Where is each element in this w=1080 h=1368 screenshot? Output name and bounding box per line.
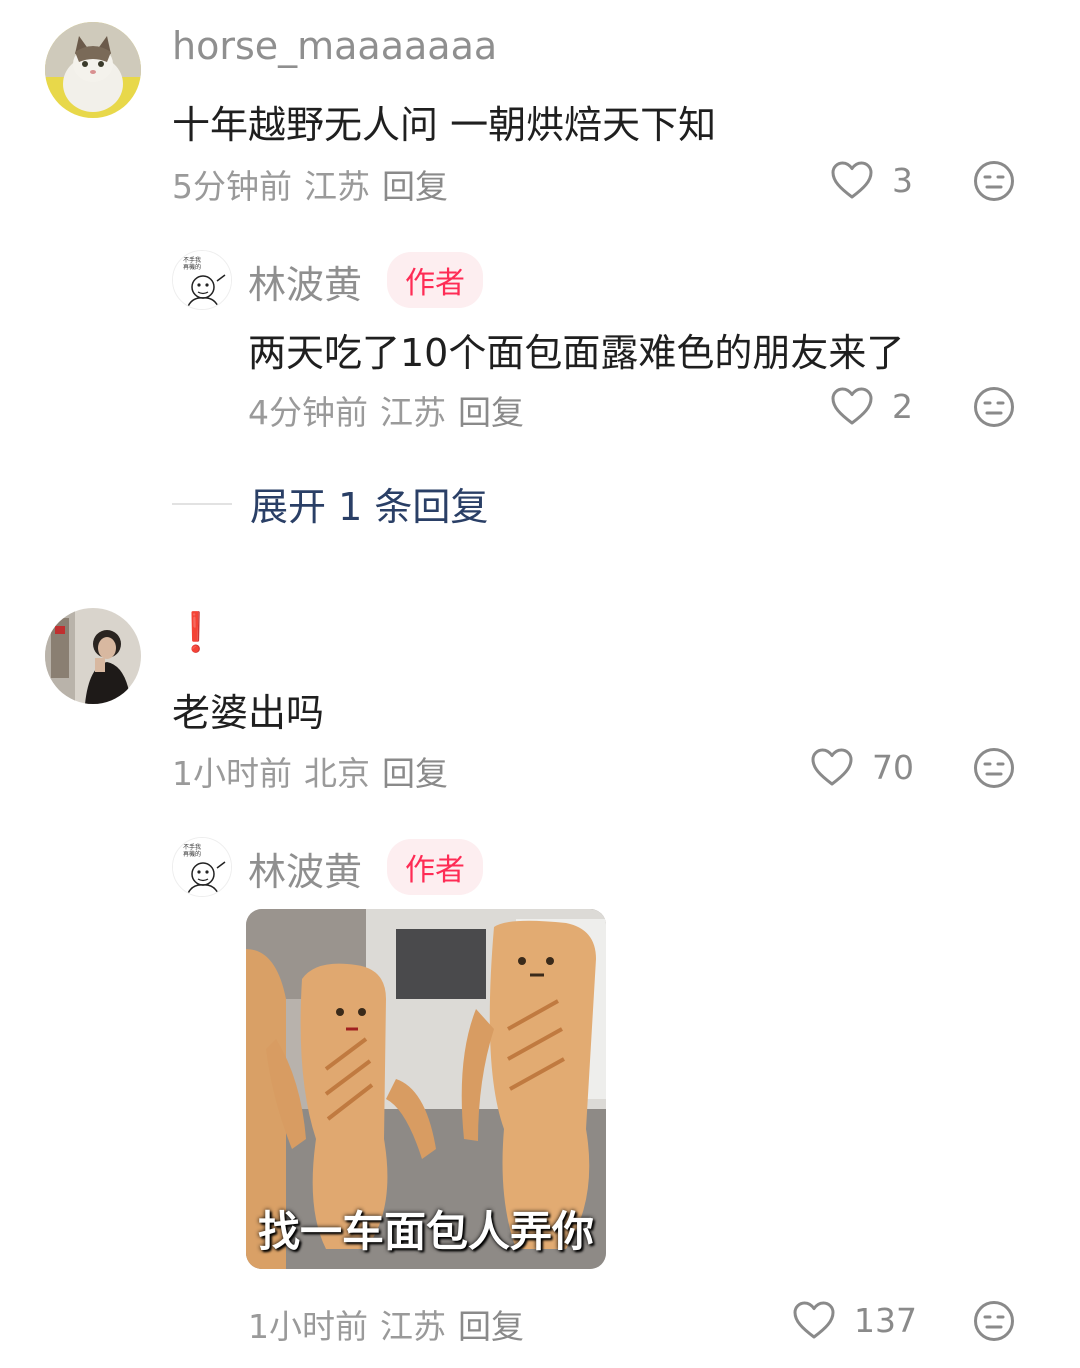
reply-location: 江苏 bbox=[380, 393, 446, 432]
comment-text: 老婆出吗 bbox=[172, 691, 325, 735]
reply-username[interactable]: 林波黄 bbox=[248, 254, 362, 309]
reply-time: 1小时前 bbox=[248, 1307, 368, 1346]
comment-time: 5分钟前 bbox=[172, 167, 292, 206]
like-count: 70 bbox=[872, 747, 914, 787]
reply-username[interactable]: 林波黄 bbox=[248, 841, 362, 896]
svg-text:不手我: 不手我 bbox=[183, 256, 201, 264]
woman-photo-avatar-icon[interactable] bbox=[45, 608, 141, 704]
like-button[interactable]: 137 bbox=[792, 1300, 917, 1340]
comment-text: 十年越野无人问 一朝烘焙天下知 bbox=[172, 103, 717, 147]
neutral-face-icon[interactable] bbox=[973, 1300, 1015, 1346]
sticker-image[interactable]: 找一车面包人弄你 bbox=[246, 909, 606, 1269]
comment-meta: 1小时前 北京 回复 bbox=[172, 747, 448, 795]
like-count: 2 bbox=[892, 386, 913, 426]
reply-button[interactable]: 回复 bbox=[458, 386, 524, 434]
comment-username[interactable]: ❗ bbox=[172, 610, 219, 655]
reply-text: 两天吃了10个面包面露难色的朋友来了 bbox=[248, 331, 905, 375]
divider bbox=[172, 502, 232, 505]
like-count: 3 bbox=[892, 160, 913, 200]
comment-meta: 5分钟前 江苏 回复 bbox=[172, 160, 448, 208]
reply-meta: 4分钟前 江苏 回复 bbox=[248, 386, 524, 434]
reply-button[interactable]: 回复 bbox=[458, 1300, 524, 1348]
heart-outline-icon[interactable] bbox=[830, 386, 874, 426]
neutral-face-icon[interactable] bbox=[973, 747, 1015, 793]
author-badge: 作者 bbox=[387, 839, 483, 895]
like-button[interactable]: 70 bbox=[810, 747, 914, 787]
cat-avatar-icon[interactable] bbox=[45, 22, 141, 118]
svg-text:不手我: 不手我 bbox=[183, 843, 201, 851]
comment-time: 1小时前 bbox=[172, 754, 292, 793]
cartoon-avatar-icon[interactable]: 不手我 再機的 bbox=[172, 250, 232, 310]
comment-location: 北京 bbox=[304, 754, 370, 793]
cartoon-avatar-icon[interactable]: 不手我 再機的 bbox=[172, 837, 232, 897]
neutral-face-icon[interactable] bbox=[973, 160, 1015, 206]
comment-location: 江苏 bbox=[304, 167, 370, 206]
heart-outline-icon[interactable] bbox=[830, 160, 874, 200]
heart-outline-icon[interactable] bbox=[792, 1300, 836, 1340]
expand-replies-label[interactable]: 展开 1 条回复 bbox=[250, 476, 488, 531]
like-count: 137 bbox=[854, 1300, 917, 1340]
neutral-face-icon[interactable] bbox=[973, 386, 1015, 432]
like-button[interactable]: 2 bbox=[830, 386, 913, 426]
heart-outline-icon[interactable] bbox=[810, 747, 854, 787]
sticker-caption: 找一车面包人弄你 bbox=[257, 1207, 594, 1256]
comment-username[interactable]: horse_maaaaaaa bbox=[172, 24, 497, 68]
like-button[interactable]: 3 bbox=[830, 160, 913, 200]
expand-replies[interactable]: 展开 1 条回复 bbox=[172, 476, 488, 531]
svg-text:再機的: 再機的 bbox=[183, 263, 201, 271]
reply-time: 4分钟前 bbox=[248, 393, 368, 432]
svg-text:再機的: 再機的 bbox=[183, 850, 201, 858]
reply-button[interactable]: 回复 bbox=[382, 747, 448, 795]
reply-meta: 1小时前 江苏 回复 bbox=[248, 1300, 524, 1348]
author-badge: 作者 bbox=[387, 252, 483, 308]
reply-location: 江苏 bbox=[380, 1307, 446, 1346]
reply-button[interactable]: 回复 bbox=[382, 160, 448, 208]
